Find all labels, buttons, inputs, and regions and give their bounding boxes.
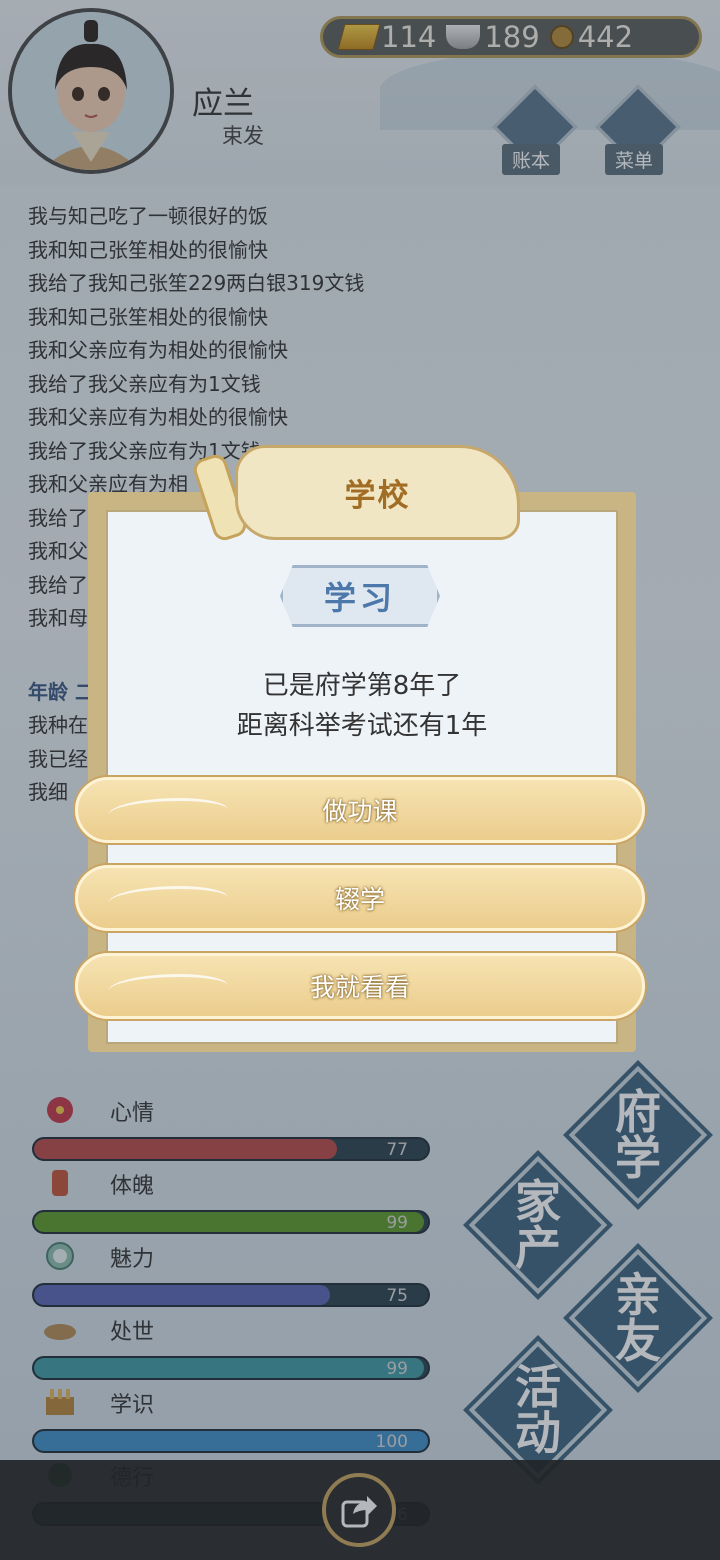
just-looking-label: 我就看看 xyxy=(309,973,410,1002)
study-tag: 学习 xyxy=(280,565,440,627)
cloud-swirl-decoration xyxy=(108,886,228,915)
just-looking-button[interactable]: 我就看看 xyxy=(75,953,645,1019)
homework-label: 做功课 xyxy=(322,797,398,826)
modal-message-line2: 距离科举考试还有1年 xyxy=(236,711,488,741)
cloud-swirl-decoration xyxy=(108,798,228,827)
drop-out-label: 辍学 xyxy=(334,885,385,914)
modal-message-line1: 已是府学第8年了 xyxy=(262,671,462,701)
study-tag-label: 学习 xyxy=(323,579,396,617)
modal-header-banner: 学校 xyxy=(235,445,520,540)
homework-button[interactable]: 做功课 xyxy=(75,777,645,843)
cloud-swirl-decoration xyxy=(108,974,228,1003)
drop-out-button[interactable]: 辍学 xyxy=(75,865,645,931)
modal-title: 学校 xyxy=(344,478,411,514)
